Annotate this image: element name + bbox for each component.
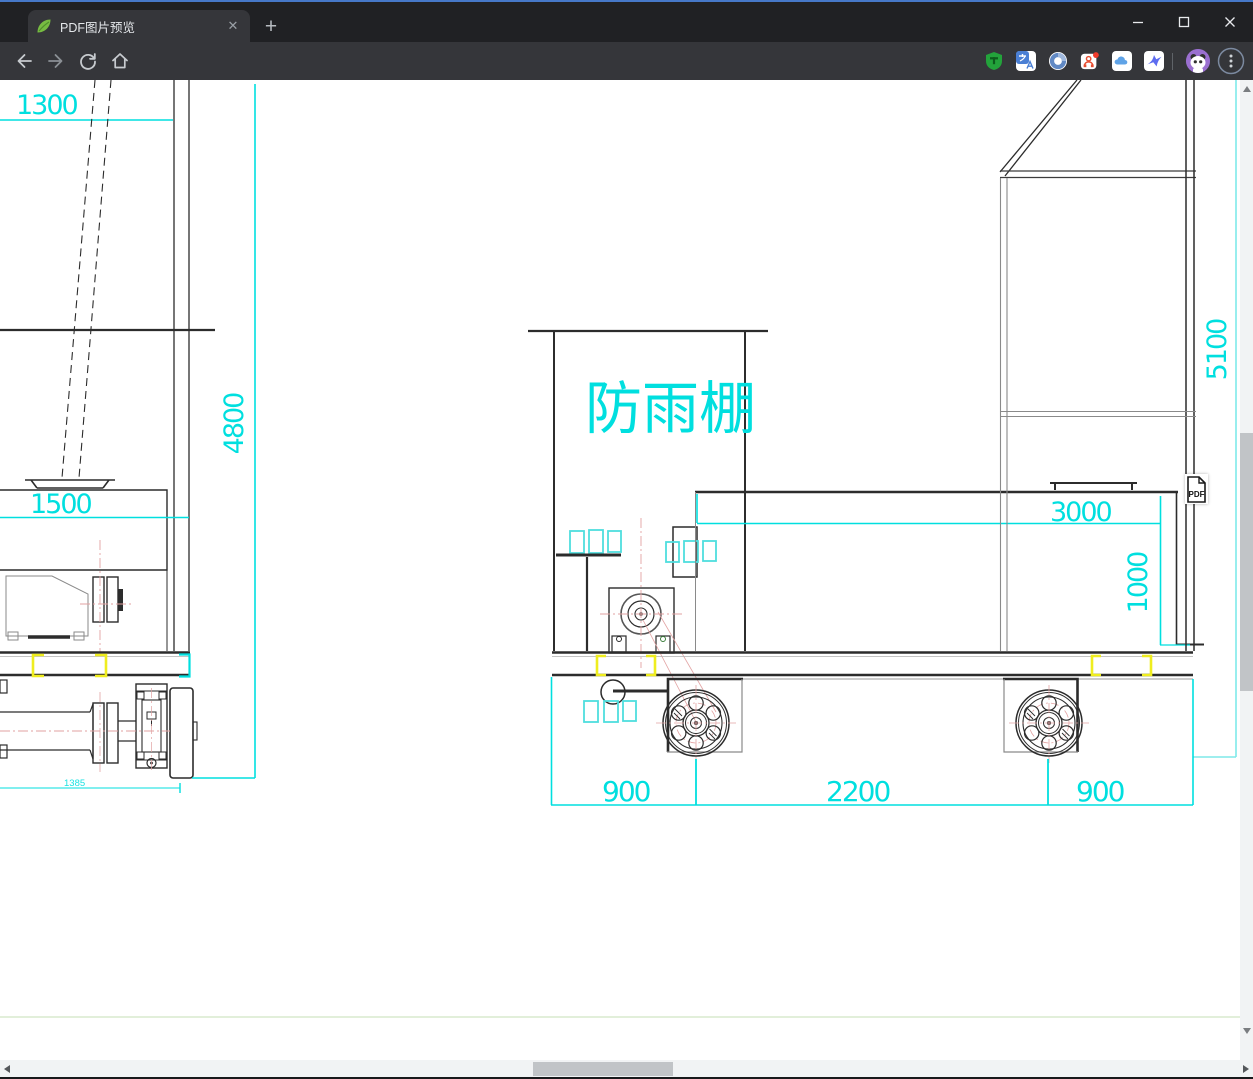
- new-tab-button[interactable]: +: [258, 15, 284, 41]
- cad-middle-view: 防雨棚: [528, 329, 768, 723]
- cad-left-view: 1300 4800 1500 1385: [0, 80, 256, 793]
- dim-1300: 1300: [16, 90, 78, 121]
- dim-900-left: 900: [602, 775, 650, 808]
- window-controls: [1115, 2, 1253, 42]
- scroll-right-icon[interactable]: [1243, 1064, 1249, 1073]
- dim-1500: 1500: [30, 489, 92, 520]
- cad-platform: 3000 1000: [695, 482, 1204, 651]
- home-button[interactable]: [104, 45, 136, 77]
- page-boundary-line: [0, 1016, 1240, 1018]
- scroll-up-icon[interactable]: [1243, 86, 1251, 92]
- close-button[interactable]: [1207, 2, 1253, 42]
- profile-avatar[interactable]: [1186, 49, 1210, 73]
- dim-1000: 1000: [1123, 552, 1154, 614]
- scroll-left-icon[interactable]: [4, 1064, 10, 1073]
- browser-toolbar: localhost:8012/onlinePreview?url=http%3A…: [0, 42, 1253, 117]
- dim-1385: 1385: [64, 778, 85, 789]
- extension-network-badge-icon[interactable]: [1080, 51, 1100, 71]
- cad-wheels: [655, 677, 1090, 764]
- pdf-button-label: PDF: [1189, 490, 1205, 499]
- shed-label: 防雨棚: [585, 376, 756, 442]
- vertical-scrollbar-thumb[interactable]: [1240, 433, 1253, 691]
- preview-page: 1300 4800 1500 1385 防雨棚 3000 1000 5100 9…: [0, 80, 1253, 1079]
- toolbar-separator: [1172, 53, 1173, 70]
- dim-900-right: 900: [1076, 775, 1124, 808]
- spring-leaf-icon: [36, 18, 52, 34]
- reload-button[interactable]: [72, 45, 104, 77]
- extension-translate-icon[interactable]: [1016, 51, 1036, 71]
- vertical-scrollbar[interactable]: [1240, 80, 1253, 1060]
- tab-title: PDF图片预览: [60, 20, 136, 35]
- horizontal-scrollbar[interactable]: [0, 1060, 1253, 1077]
- dim-4800: 4800: [219, 393, 250, 455]
- pdf-export-button[interactable]: PDF: [1185, 474, 1208, 504]
- forward-button[interactable]: [40, 45, 72, 77]
- back-button[interactable]: [8, 45, 40, 77]
- tab-close-button[interactable]: ✕: [224, 17, 242, 35]
- window-titlebar: PDF图片预览 ✕ +: [0, 2, 1253, 42]
- browser-tab[interactable]: PDF图片预览 ✕: [28, 10, 250, 42]
- scroll-down-icon[interactable]: [1243, 1028, 1251, 1034]
- minimize-button[interactable]: [1115, 2, 1161, 42]
- extension-cloud-icon[interactable]: [1112, 51, 1132, 71]
- dim-3000: 3000: [1050, 497, 1112, 528]
- cad-right-structure: 5100: [999, 80, 1237, 758]
- cad-bottom-dimensions: 900 2200 900: [550, 677, 1194, 808]
- cad-rails: [552, 651, 1193, 680]
- dim-5100: 5100: [1202, 319, 1233, 381]
- dim-2200: 2200: [826, 775, 889, 808]
- cad-drawing: 1300 4800 1500 1385 防雨棚 3000 1000 5100 9…: [0, 80, 1237, 808]
- extension-tampermonkey-icon[interactable]: [984, 51, 1004, 71]
- extension-bird-icon[interactable]: [1144, 51, 1164, 71]
- extension-proxy-ring-icon[interactable]: [1048, 51, 1068, 71]
- horizontal-scrollbar-thumb[interactable]: [533, 1061, 673, 1076]
- maximize-button[interactable]: [1161, 2, 1207, 42]
- browser-menu-button[interactable]: [1217, 47, 1245, 75]
